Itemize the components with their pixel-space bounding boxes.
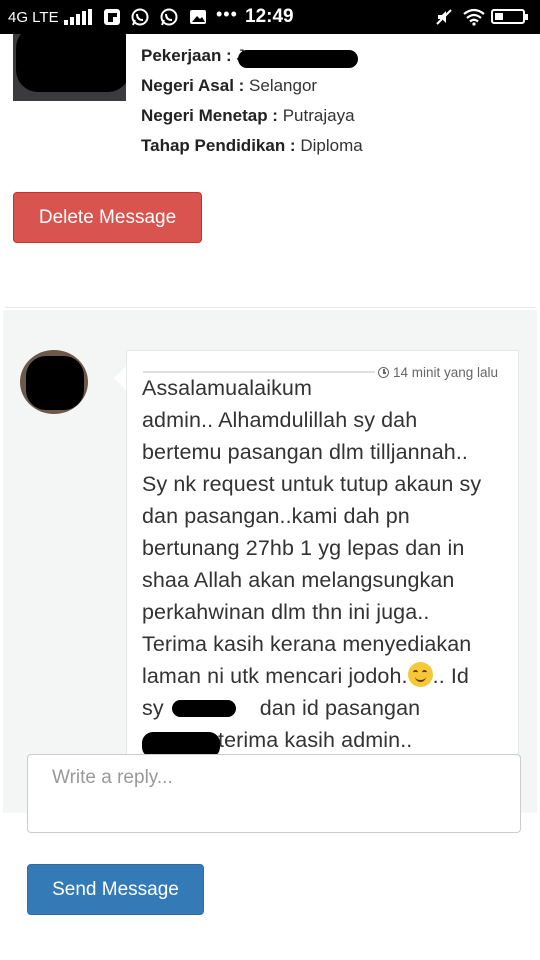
smile-emoji-icon [407,662,433,687]
bubble-arrow [114,366,126,390]
message-line: Terima kasih kerana menyediakan [142,632,472,656]
message-line: Assalamualaikum [142,376,312,400]
field-negeri-asal: Negeri Asal : Selangor [141,76,318,95]
message-line: admin.. Alhamdulillah sy dah [142,408,418,432]
reply-textarea[interactable] [27,754,521,833]
battery-icon [491,9,528,24]
send-message-button[interactable]: Send Message [27,864,204,915]
sender-avatar [20,350,88,414]
wifi-icon [463,8,485,26]
flipboard-icon [104,9,120,25]
mute-icon [436,9,452,25]
more-dots-icon: ••• [216,4,238,24]
delete-message-button[interactable]: Delete Message [13,192,202,243]
signal-icon [64,9,92,25]
message-line: laman ni utk mencari jodoh... Id [142,662,469,688]
message-line: shaa Allah akan melangsungkan [142,568,455,592]
gallery-icon [190,10,206,24]
message-line: bertunang 27hb 1 yg lepas dan in [142,536,465,560]
network-label: 4G LTE [8,9,59,26]
status-time: 12:49 [245,6,294,27]
message-text: Assalamualaikum admin.. Alhamdulillah sy… [142,372,502,756]
profile-avatar [13,34,126,101]
status-bar: 4G LTE ••• 12:49 [0,0,540,34]
redacted-user-id [172,700,236,717]
field-tahap-pendidikan: Tahap Pendidikan : Diploma [141,136,363,155]
redacted-occupation [238,50,358,68]
field-negeri-menetap: Negeri Menetap : Putrajaya [141,106,355,125]
message-line: bertemu pasangan dlm tilljannah.. [142,440,468,464]
message-line: perkahwinan dlm thn ini juga.. [142,600,430,624]
whatsapp-icon [131,8,149,26]
message-line: dan pasangan..kami dah pn [142,504,410,528]
whatsapp-icon [160,8,178,26]
field-pekerjaan: Pekerjaan : J [141,46,245,65]
message-line: Sy nk request untuk tutup akaun sy [142,472,482,496]
